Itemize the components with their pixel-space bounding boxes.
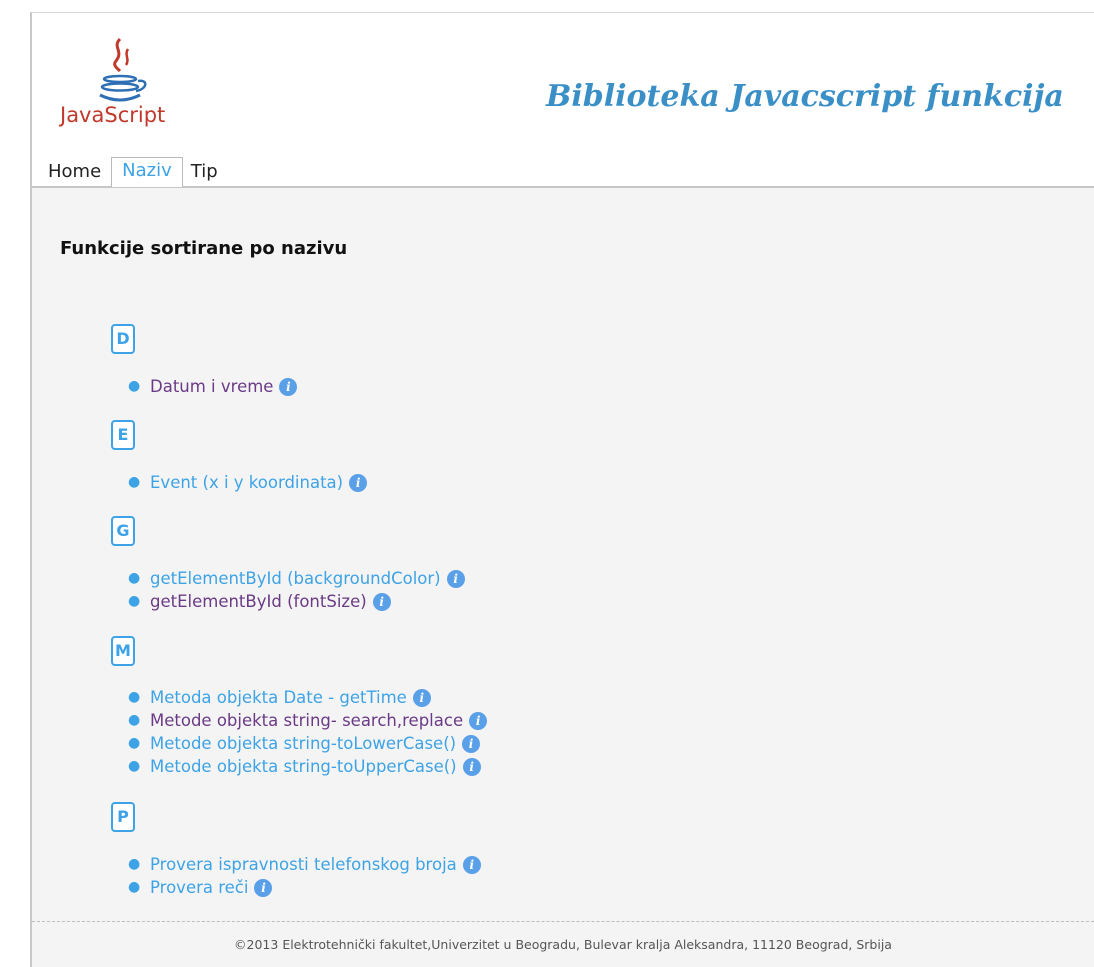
function-list-g: ● getElementById (backgroundColor) i ● g… xyxy=(128,567,465,613)
function-link[interactable]: Metode objekta string- search,replace xyxy=(150,709,463,732)
function-link[interactable]: getElementById (backgroundColor) xyxy=(150,567,441,590)
tab-naziv[interactable]: Naziv xyxy=(111,157,183,187)
bullet-icon: ● xyxy=(128,570,141,586)
bullet-icon: ● xyxy=(128,879,141,895)
bullet-icon: ● xyxy=(128,758,141,774)
list-item: ● getElementById (backgroundColor) i xyxy=(128,567,465,590)
function-link[interactable]: Metode objekta string-toUpperCase() xyxy=(150,755,457,778)
letter-group-p: P xyxy=(111,802,135,832)
footer-divider xyxy=(32,921,1094,922)
info-icon[interactable]: i xyxy=(412,688,431,707)
function-link[interactable]: Provera ispravnosti telefonskog broja xyxy=(150,853,457,876)
letter-badge[interactable]: D xyxy=(111,324,135,354)
footer-text: ©2013 Elektrotehnički fakultet,Univerzit… xyxy=(234,937,892,952)
function-link[interactable]: Metode objekta string-toLowerCase() xyxy=(150,732,456,755)
function-link[interactable]: Metoda objekta Date - getTime xyxy=(150,686,407,709)
logo-text: JavaScript xyxy=(60,103,166,127)
info-icon[interactable]: i xyxy=(462,855,481,874)
page-heading: Funkcije sortirane po nazivu xyxy=(60,238,348,259)
bullet-icon: ● xyxy=(128,856,141,872)
function-link[interactable]: Provera reči xyxy=(150,876,248,899)
info-icon[interactable]: i xyxy=(462,734,481,753)
site-title: Biblioteka Javacscript funkcija xyxy=(546,79,1064,114)
bullet-icon: ● xyxy=(128,474,141,490)
letter-badge[interactable]: M xyxy=(111,636,135,666)
letter-badge[interactable]: E xyxy=(111,420,135,450)
letter-badge[interactable]: P xyxy=(111,802,135,832)
list-item: ● Metoda objekta Date - getTime i xyxy=(128,686,487,709)
letter-group-e: E xyxy=(111,420,135,450)
function-list-e: ● Event (x i y koordinata) i xyxy=(128,471,368,494)
bullet-icon: ● xyxy=(128,689,141,705)
function-list-m: ● Metoda objekta Date - getTime i ● Meto… xyxy=(128,686,488,778)
info-icon[interactable]: i xyxy=(349,473,368,492)
tab-tip[interactable]: Tip xyxy=(191,159,224,187)
list-item: ● Provera ispravnosti telefonskog broja … xyxy=(128,853,481,876)
letter-group-m: M xyxy=(111,636,135,666)
letter-group-g: G xyxy=(111,516,135,546)
bullet-icon: ● xyxy=(128,735,141,751)
info-icon[interactable]: i xyxy=(462,757,481,776)
nav-tabs: Home Naziv Tip xyxy=(48,157,224,187)
list-item: ● Datum i vreme i xyxy=(128,375,298,398)
page: JavaScript Biblioteka Javacscript funkci… xyxy=(30,12,1094,967)
list-item: ● getElementById (fontSize) i xyxy=(128,590,465,613)
info-icon[interactable]: i xyxy=(372,592,391,611)
info-icon[interactable]: i xyxy=(279,377,298,396)
main-content: Funkcije sortirane po nazivu D ● Datum i… xyxy=(32,188,1094,967)
info-icon[interactable]: i xyxy=(469,711,488,730)
header: JavaScript Biblioteka Javacscript funkci… xyxy=(32,13,1094,188)
letter-badge[interactable]: G xyxy=(111,516,135,546)
function-link[interactable]: Datum i vreme xyxy=(150,375,273,398)
letter-group-d: D xyxy=(111,324,135,354)
bullet-icon: ● xyxy=(128,593,141,609)
list-item: ● Metode objekta string-toLowerCase() i xyxy=(128,732,487,755)
tab-home[interactable]: Home xyxy=(48,159,107,187)
bullet-icon: ● xyxy=(128,378,141,394)
list-item: ● Provera reči i xyxy=(128,876,481,899)
list-item: ● Metode objekta string- search,replace … xyxy=(128,709,488,732)
info-icon[interactable]: i xyxy=(446,569,465,588)
info-icon[interactable]: i xyxy=(254,878,273,897)
function-link[interactable]: Event (x i y koordinata) xyxy=(150,471,343,494)
list-item: ● Metode objekta string-toUpperCase() i xyxy=(128,755,487,778)
function-link[interactable]: getElementById (fontSize) xyxy=(150,590,367,613)
bullet-icon: ● xyxy=(128,712,141,728)
function-list-p: ● Provera ispravnosti telefonskog broja … xyxy=(128,853,481,899)
list-item: ● Event (x i y koordinata) i xyxy=(128,471,368,494)
function-list-d: ● Datum i vreme i xyxy=(128,375,298,398)
